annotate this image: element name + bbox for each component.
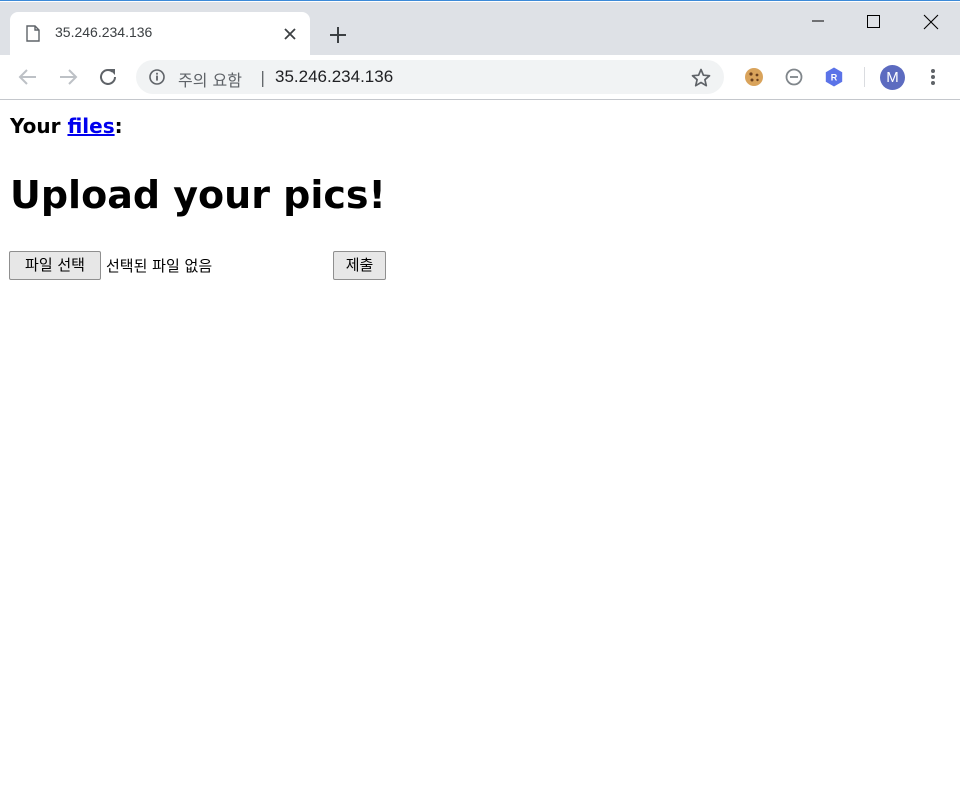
plus-icon[interactable] xyxy=(324,21,352,49)
minimize-icon[interactable] xyxy=(804,10,832,34)
security-status-text[interactable]: 주의 요함 xyxy=(178,67,242,91)
info-icon[interactable] xyxy=(148,68,166,86)
document-icon xyxy=(26,25,40,42)
your-files-prefix: Your xyxy=(10,114,68,138)
address-bar[interactable]: 주의 요함 | 35.246.234.136 xyxy=(136,60,724,94)
url-text[interactable]: 35.246.234.136 xyxy=(275,67,393,87)
choose-file-button[interactable]: 파일 선택 xyxy=(9,251,101,280)
reload-icon[interactable] xyxy=(95,64,121,90)
your-files-line: Your files: xyxy=(10,114,123,138)
page-content: Your files: Upload your pics! 파일 선택 선택된 … xyxy=(0,101,960,808)
browser-toolbar: 주의 요함 | 35.246.234.136 R M xyxy=(0,55,960,100)
tab-active[interactable]: 35.246.234.136 xyxy=(10,12,310,55)
cookie-icon[interactable] xyxy=(742,65,766,89)
no-file-selected-text: 선택된 파일 없음 xyxy=(106,257,213,275)
hexagon-r-icon[interactable]: R xyxy=(822,65,846,89)
block-icon[interactable] xyxy=(782,65,806,89)
tab-strip: 35.246.234.136 xyxy=(0,2,960,55)
submit-button[interactable]: 제출 xyxy=(333,251,386,280)
profile-avatar[interactable]: M xyxy=(880,65,905,90)
star-icon[interactable] xyxy=(690,67,712,89)
close-tab-icon[interactable] xyxy=(280,24,300,44)
page-heading: Upload your pics! xyxy=(10,173,386,217)
security-separator: | xyxy=(260,68,266,87)
kebab-menu-icon[interactable] xyxy=(922,65,944,89)
arrow-right-icon[interactable] xyxy=(55,64,81,90)
tab-title: 35.246.234.136 xyxy=(55,24,153,40)
browser-window: 35.246.234.136 주의 요함 | 35.246.234.136 R … xyxy=(0,0,960,808)
svg-text:R: R xyxy=(831,73,838,83)
toolbar-divider xyxy=(864,67,865,87)
your-files-suffix: : xyxy=(114,114,123,138)
files-link[interactable]: files xyxy=(67,114,114,138)
arrow-left-icon[interactable] xyxy=(15,64,41,90)
close-icon[interactable] xyxy=(917,10,945,34)
maximize-icon[interactable] xyxy=(859,10,887,34)
